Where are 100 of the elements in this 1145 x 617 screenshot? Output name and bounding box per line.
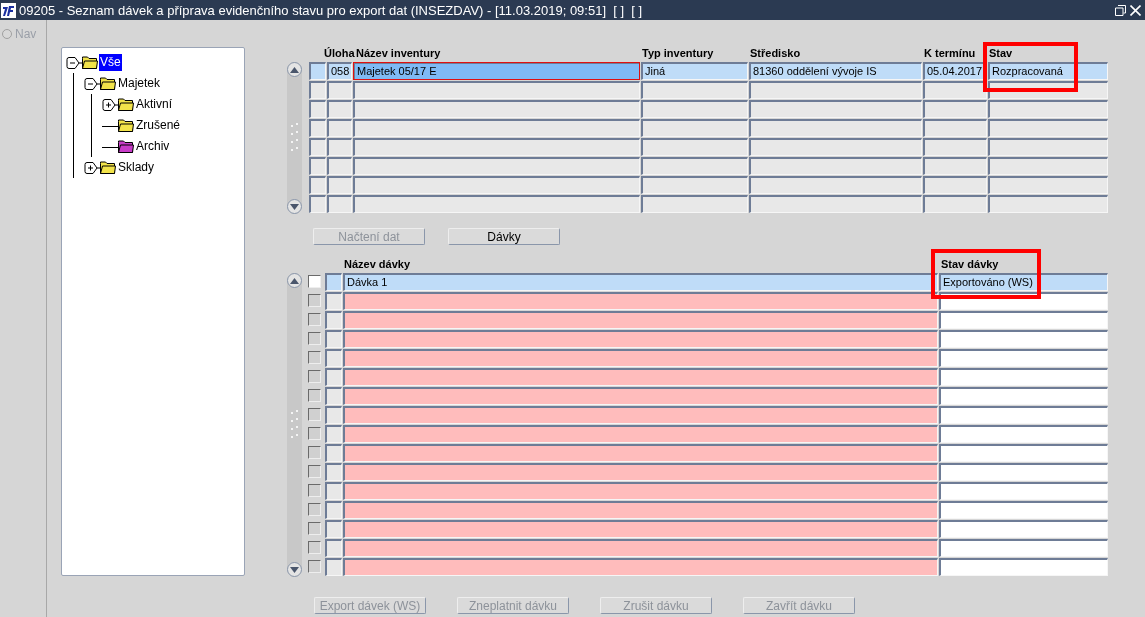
- table-cell[interactable]: [327, 81, 352, 99]
- table-cell[interactable]: [343, 463, 938, 481]
- row-selector[interactable]: [325, 463, 342, 481]
- row-selector[interactable]: [309, 195, 326, 213]
- table-cell[interactable]: [749, 100, 922, 118]
- tree-item[interactable]: Archiv: [135, 138, 171, 155]
- table-cell[interactable]: [939, 425, 1108, 443]
- row-selector[interactable]: [325, 349, 342, 367]
- checkbox[interactable]: [308, 313, 321, 326]
- row-selector[interactable]: [325, 330, 342, 348]
- row-selector[interactable]: [325, 292, 342, 310]
- table-cell[interactable]: [641, 81, 748, 99]
- row-selector[interactable]: [309, 157, 326, 175]
- row-selector[interactable]: [325, 520, 342, 538]
- table-cell[interactable]: Dávka 1: [343, 273, 938, 291]
- table-cell[interactable]: [343, 558, 938, 576]
- table-cell[interactable]: [353, 119, 640, 137]
- table-cell[interactable]: [749, 176, 922, 194]
- table-cell[interactable]: [988, 195, 1108, 213]
- table-cell[interactable]: [343, 501, 938, 519]
- table-cell[interactable]: [641, 138, 748, 156]
- table-cell[interactable]: [641, 176, 748, 194]
- table-cell[interactable]: [343, 292, 938, 310]
- table-cell[interactable]: [988, 157, 1108, 175]
- row-selector[interactable]: [325, 406, 342, 424]
- table-cell[interactable]: [939, 501, 1108, 519]
- table-cell[interactable]: [923, 157, 987, 175]
- row-selector[interactable]: [325, 444, 342, 462]
- table-cell[interactable]: [353, 195, 640, 213]
- checkbox[interactable]: [308, 275, 321, 288]
- row-selector[interactable]: [325, 539, 342, 557]
- row-selector[interactable]: [309, 119, 326, 137]
- table-cell[interactable]: Exportováno (WS): [939, 273, 1108, 291]
- table-cell[interactable]: [343, 368, 938, 386]
- table-cell[interactable]: [988, 100, 1108, 118]
- tree-item[interactable]: Majetek: [117, 75, 162, 92]
- tree-item[interactable]: Zrušené: [135, 117, 182, 134]
- table-cell[interactable]: [343, 482, 938, 500]
- table-cell[interactable]: [939, 387, 1108, 405]
- row-selector[interactable]: [309, 138, 326, 156]
- tree-item[interactable]: Sklady: [117, 159, 156, 176]
- checkbox[interactable]: [308, 465, 321, 478]
- table-cell[interactable]: [343, 406, 938, 424]
- table-cell[interactable]: [641, 157, 748, 175]
- row-selector[interactable]: [325, 311, 342, 329]
- radio-button[interactable]: [2, 29, 12, 39]
- table-cell[interactable]: [749, 119, 922, 137]
- table-cell[interactable]: [343, 311, 938, 329]
- table-cell[interactable]: [327, 157, 352, 175]
- row-selector[interactable]: [309, 81, 326, 99]
- table-cell[interactable]: [343, 387, 938, 405]
- table-cell[interactable]: [343, 349, 938, 367]
- table-cell[interactable]: [749, 138, 922, 156]
- table-cell[interactable]: [353, 81, 640, 99]
- checkbox[interactable]: [308, 332, 321, 345]
- table-cell[interactable]: [353, 138, 640, 156]
- scroll-down-button[interactable]: [287, 199, 302, 214]
- table-cell[interactable]: [988, 138, 1108, 156]
- scrollbar[interactable]: [287, 273, 302, 577]
- table-cell[interactable]: [939, 463, 1108, 481]
- form-button[interactable]: Dávky: [448, 228, 560, 245]
- table-cell[interactable]: Jiná: [641, 62, 748, 80]
- table-cell[interactable]: Majetek 05/17 E: [353, 62, 640, 80]
- scrollbar[interactable]: [287, 62, 302, 214]
- table-cell[interactable]: [939, 558, 1108, 576]
- table-cell[interactable]: [939, 539, 1108, 557]
- table-cell[interactable]: [343, 444, 938, 462]
- table-cell[interactable]: [923, 100, 987, 118]
- table-cell[interactable]: [988, 119, 1108, 137]
- table-cell[interactable]: [353, 157, 640, 175]
- table-cell[interactable]: [939, 330, 1108, 348]
- row-selector[interactable]: [325, 425, 342, 443]
- table-cell[interactable]: [939, 311, 1108, 329]
- checkbox[interactable]: [308, 408, 321, 421]
- scroll-up-button[interactable]: [287, 273, 302, 288]
- table-cell[interactable]: [939, 482, 1108, 500]
- collapse-icon[interactable]: [84, 76, 100, 91]
- table-cell[interactable]: [939, 520, 1108, 538]
- table-cell[interactable]: [343, 425, 938, 443]
- table-cell[interactable]: [641, 119, 748, 137]
- restore-icon[interactable]: [1115, 4, 1126, 16]
- table-cell[interactable]: [327, 176, 352, 194]
- checkbox[interactable]: [308, 294, 321, 307]
- expand-icon[interactable]: [102, 97, 118, 112]
- row-selector[interactable]: [325, 273, 342, 291]
- table-cell[interactable]: [327, 195, 352, 213]
- table-cell[interactable]: [353, 100, 640, 118]
- checkbox[interactable]: [308, 522, 321, 535]
- checkbox[interactable]: [308, 389, 321, 402]
- table-cell[interactable]: [988, 176, 1108, 194]
- table-cell[interactable]: Rozpracovaná: [988, 62, 1108, 80]
- table-cell[interactable]: 81360 oddělení vývoje IS: [749, 62, 922, 80]
- checkbox[interactable]: [308, 560, 321, 573]
- table-cell[interactable]: [923, 138, 987, 156]
- table-cell[interactable]: [641, 195, 748, 213]
- table-cell[interactable]: [353, 176, 640, 194]
- row-selector[interactable]: [325, 387, 342, 405]
- close-icon[interactable]: [1130, 4, 1141, 16]
- row-selector[interactable]: [309, 100, 326, 118]
- expand-icon[interactable]: [84, 160, 100, 175]
